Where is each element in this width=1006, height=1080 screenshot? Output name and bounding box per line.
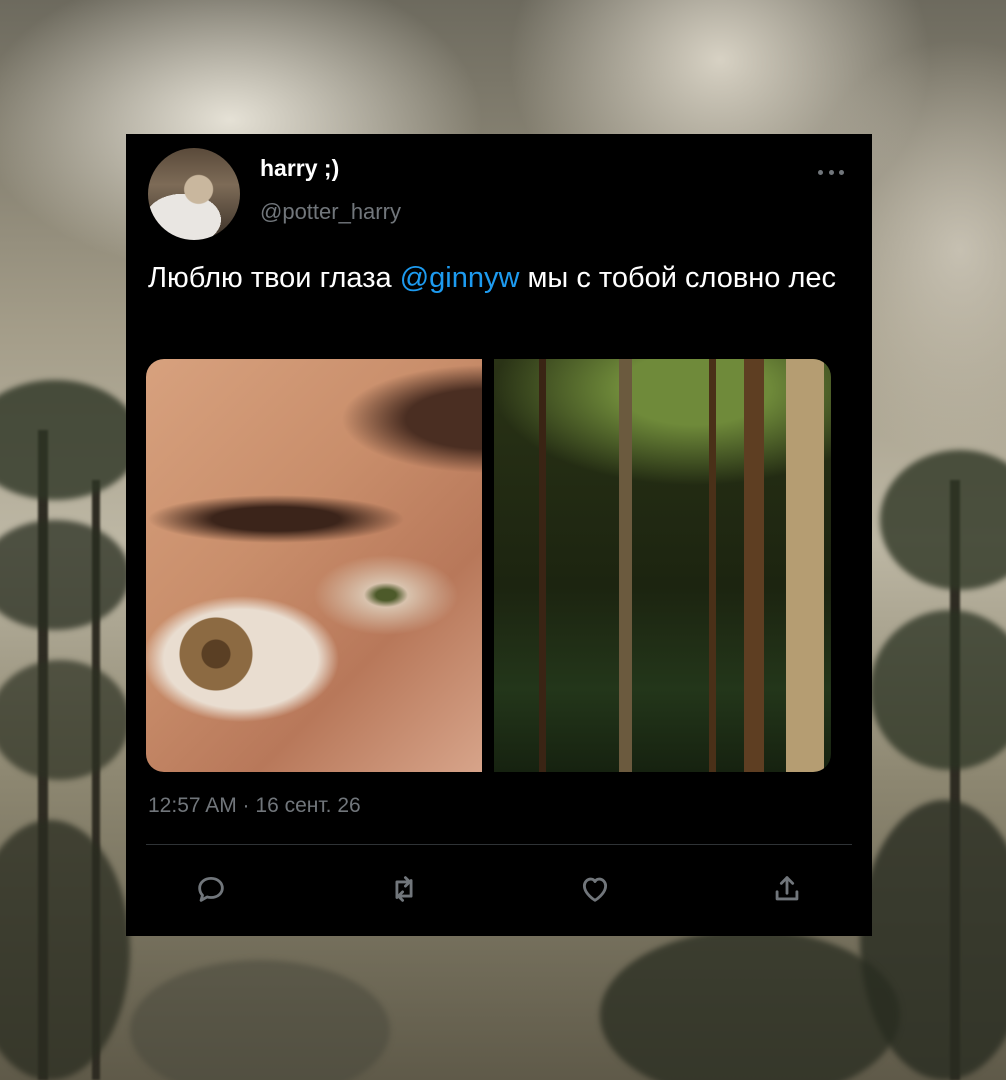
more-options-icon[interactable]	[818, 162, 844, 182]
divider	[146, 844, 852, 845]
mention-link[interactable]: @ginnyw	[400, 262, 520, 294]
tweet-timestamp[interactable]: 12:57 AM · 16 сент. 26	[148, 794, 361, 818]
photo-forest[interactable]	[494, 359, 831, 772]
tweet-card: harry ;) @potter_harry Люблю твои глаза …	[126, 134, 872, 936]
user-handle[interactable]: @potter_harry	[260, 199, 401, 225]
share-icon	[775, 876, 799, 901]
tweet-text: Люблю твои глаза @ginnyw мы с тобой слов…	[148, 256, 848, 300]
share-button[interactable]	[762, 864, 812, 914]
retweet-button[interactable]	[379, 864, 429, 914]
reply-icon	[198, 876, 224, 902]
action-bar	[126, 864, 872, 914]
display-name[interactable]: harry ;)	[260, 155, 339, 182]
reply-button[interactable]	[186, 864, 236, 914]
photo-eyes-closeup[interactable]	[146, 359, 482, 772]
media-grid	[146, 359, 831, 772]
tweet-text-after: мы с тобой словно лес	[519, 262, 837, 294]
retweet-icon	[395, 876, 413, 902]
avatar[interactable]	[148, 148, 240, 240]
tweet-text-before: Люблю твои глаза	[148, 262, 400, 294]
like-icon	[582, 877, 608, 902]
like-button[interactable]	[570, 864, 620, 914]
